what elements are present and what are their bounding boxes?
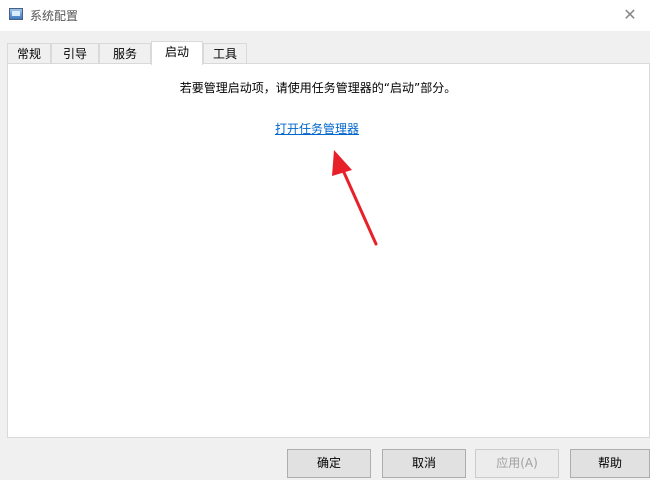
red-arrow-annotation: [332, 150, 378, 246]
startup-panel: 若要管理启动项，请使用任务管理器的“启动”部分。 打开任务管理器: [7, 63, 650, 438]
startup-info-text: 若要管理启动项，请使用任务管理器的“启动”部分。: [179, 81, 457, 95]
tab-services[interactable]: 服务: [99, 43, 151, 63]
apply-button[interactable]: 应用(A): [475, 449, 559, 478]
tab-general[interactable]: 常规: [7, 43, 51, 63]
open-task-manager-link[interactable]: 打开任务管理器: [275, 120, 359, 137]
window-title: 系统配置: [30, 9, 79, 23]
tab-startup[interactable]: 启动: [151, 41, 203, 65]
close-button[interactable]: ✕: [610, 0, 650, 30]
title-bar: 系统配置 ✕: [0, 0, 650, 31]
help-button[interactable]: 帮助: [570, 449, 650, 478]
msconfig-icon: [9, 8, 23, 20]
tab-boot[interactable]: 引导: [51, 43, 99, 63]
ok-button[interactable]: 确定: [287, 449, 371, 478]
tab-tools[interactable]: 工具: [203, 43, 247, 63]
cancel-button[interactable]: 取消: [382, 449, 466, 478]
tab-strip: 常规 引导 服务 启动 工具: [7, 41, 647, 65]
